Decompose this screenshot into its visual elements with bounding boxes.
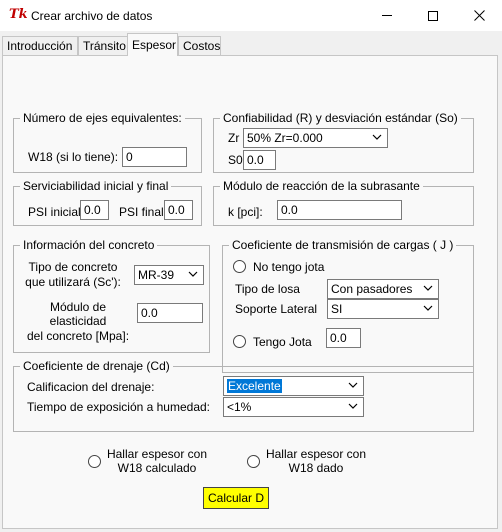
tab-label: Costos (183, 39, 221, 53)
concreto-title: Información del concreto (20, 238, 158, 252)
tipo-concreto-label-1: Tipo de concreto (28, 260, 118, 274)
hallar-calculado-label-2: W18 calculado (117, 461, 197, 475)
tiempo-value: <1% (227, 400, 252, 414)
hallar-dado-label-1: Hallar espesor con (265, 447, 367, 461)
psi-final-label: PSI final (119, 205, 164, 219)
chevron-down-icon (348, 403, 358, 409)
soporte-value: SI (331, 302, 343, 316)
chevron-down-icon (423, 285, 433, 291)
psi-inicial-label: PSI inicial (28, 205, 81, 219)
w18-label: W18 (si lo tiene): (28, 150, 119, 164)
hallar-calculado-label-1: Hallar espesor con (106, 447, 208, 461)
tab-label: Tránsito (83, 39, 126, 53)
hallar-calculado-radio[interactable] (88, 455, 101, 468)
soporte-select[interactable]: SI (327, 299, 439, 319)
window-title: Crear archivo de datos (31, 9, 153, 23)
modulo-label-3: del concreto [Mpa]: (26, 329, 130, 343)
tab-label: Introducción (7, 39, 73, 53)
zr-label: Zr (228, 131, 240, 145)
modulo-label-1: Módulo de (49, 300, 107, 314)
chevron-down-icon (188, 271, 198, 277)
tab-costos[interactable]: Costos (178, 36, 221, 55)
hallar-dado-radio[interactable] (247, 455, 260, 468)
minimize-icon (382, 15, 392, 16)
tab-label: Espesor (132, 38, 177, 52)
no-jota-label: No tengo jota (253, 260, 325, 274)
window-client: Introducción Tránsito Espesor Costos Núm… (0, 31, 502, 532)
tengo-jota-label: Tengo Jota (253, 335, 312, 349)
psi-final-input[interactable]: 0.0 (164, 200, 193, 220)
tab-espesor[interactable]: Espesor (127, 33, 178, 56)
espesor-panel: Número de ejes equivalentes: W18 (si lo … (2, 55, 498, 529)
tipo-concreto-value: MR-39 (138, 268, 175, 282)
maximize-icon (428, 10, 438, 21)
modulo-reaccion-group: Módulo de reacción de la subrasante k [p… (213, 179, 474, 226)
tipo-losa-label: Tipo de losa (235, 282, 300, 296)
calificacion-select[interactable]: Excelente (223, 376, 364, 396)
no-jota-radio[interactable] (233, 260, 246, 273)
concreto-group: Información del concreto Tipo de concret… (13, 238, 210, 353)
minimize-button[interactable] (364, 0, 410, 31)
w18-input[interactable]: 0 (122, 147, 187, 167)
calificacion-label: Calificacion del drenaje: (27, 380, 155, 394)
drenaje-title: Coeficiente de drenaje (Cd) (20, 359, 173, 373)
close-button[interactable] (456, 0, 502, 31)
zr-select[interactable]: 50% Zr=0.000 (243, 128, 388, 148)
transmision-group: Coeficiente de transmisión de cargas ( J… (222, 238, 474, 373)
soporte-label: Soporte Lateral (235, 302, 318, 316)
tipo-losa-value: Con pasadores (331, 282, 413, 296)
drenaje-group: Coeficiente de drenaje (Cd) Calificacion… (13, 359, 474, 432)
jota-input[interactable]: 0.0 (326, 328, 361, 348)
tengo-jota-radio[interactable] (233, 335, 246, 348)
hallar-dado-label-2: W18 dado (288, 461, 344, 475)
k-label: k [pci]: (228, 205, 263, 219)
close-icon (473, 10, 485, 21)
title-bar: Tk Crear archivo de datos (0, 0, 502, 31)
tipo-concreto-select[interactable]: MR-39 (134, 265, 204, 285)
tk-feather-icon: Tk (9, 7, 28, 22)
maximize-button[interactable] (410, 0, 456, 31)
serviciabilidad-group: Serviciabilidad inicial y final PSI inic… (13, 179, 202, 226)
calificacion-value: Excelente (227, 379, 282, 393)
tab-introduccion[interactable]: Introducción (2, 36, 78, 55)
psi-inicial-input[interactable]: 0.0 (80, 200, 109, 220)
tiempo-select[interactable]: <1% (223, 397, 364, 417)
zr-value: 50% Zr=0.000 (247, 131, 323, 145)
ejes-title: Número de ejes equivalentes: (20, 111, 185, 125)
s0-input[interactable]: 0.0 (243, 150, 276, 170)
calcular-d-button[interactable]: Calcular D (203, 487, 269, 509)
transmision-title: Coeficiente de transmisión de cargas ( J… (229, 238, 457, 252)
confiabilidad-title: Confiabilidad (R) y desviación estándar … (220, 111, 461, 125)
chevron-down-icon (423, 305, 433, 311)
tab-transito[interactable]: Tránsito (78, 36, 128, 55)
modulo-label-2: elasticidad (49, 314, 107, 328)
s0-label: S0 (228, 153, 243, 167)
modulo-elasticidad-input[interactable]: 0.0 (137, 303, 203, 323)
tipo-concreto-label-2: que utilizará (Sc'): (25, 275, 121, 289)
modulo-reaccion-title: Módulo de reacción de la subrasante (220, 179, 423, 193)
tiempo-label: Tiempo de exposición a humedad: (27, 400, 210, 414)
chevron-down-icon (348, 382, 358, 388)
confiabilidad-group: Confiabilidad (R) y desviación estándar … (213, 111, 474, 173)
ejes-group: Número de ejes equivalentes: W18 (si lo … (13, 111, 202, 173)
serviciabilidad-title: Serviciabilidad inicial y final (20, 179, 172, 193)
chevron-down-icon (372, 134, 382, 140)
k-input[interactable]: 0.0 (277, 200, 402, 220)
tipo-losa-select[interactable]: Con pasadores (327, 279, 439, 299)
